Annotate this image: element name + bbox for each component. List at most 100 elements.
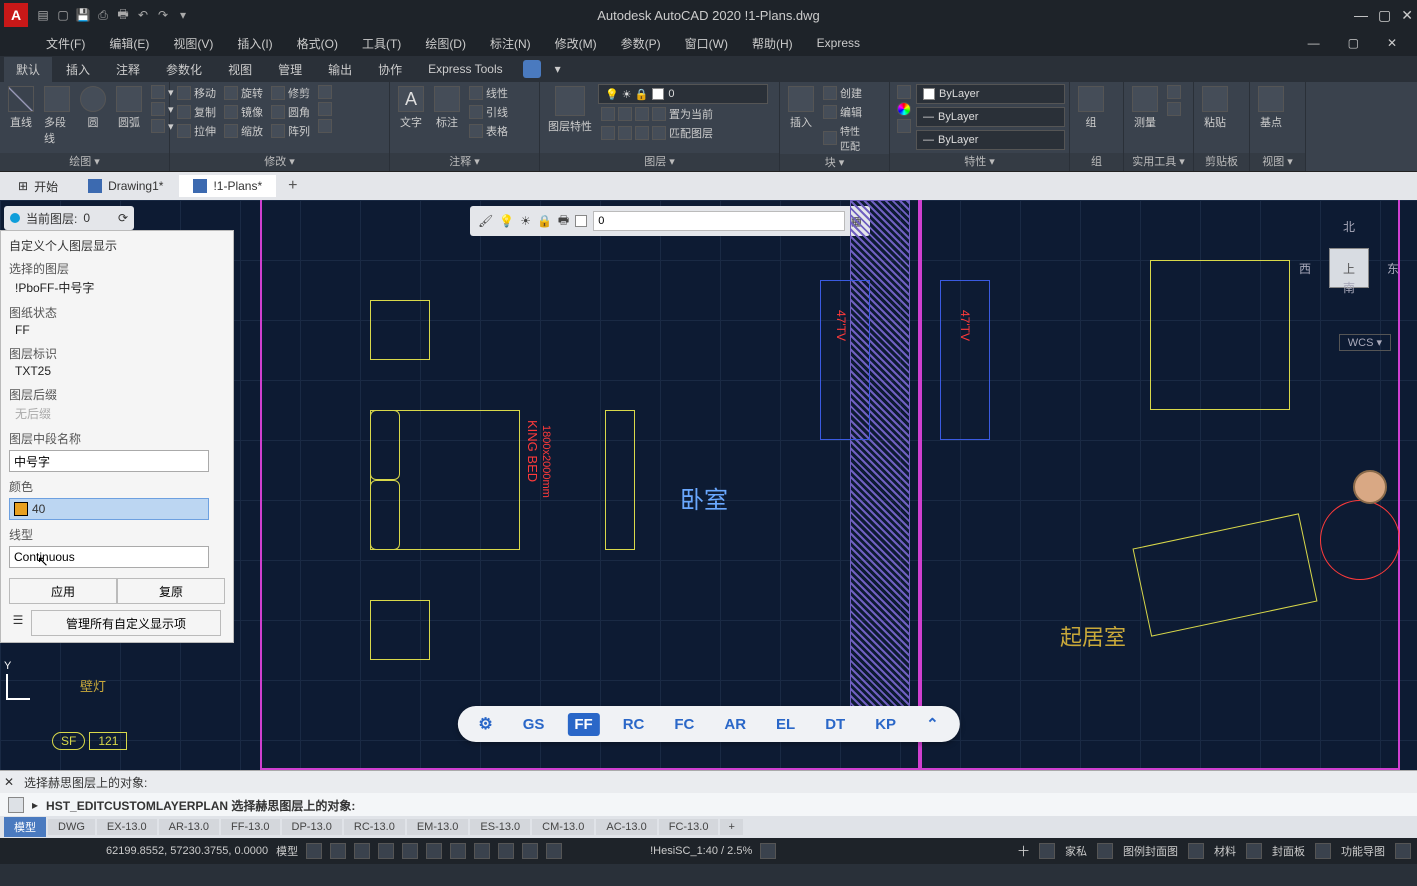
qat-plot-icon[interactable]: 🖶	[114, 6, 132, 24]
menu-file[interactable]: 文件(F)	[36, 33, 95, 54]
modify-copy[interactable]: 复制	[174, 103, 219, 121]
tab-express[interactable]: Express Tools	[416, 58, 514, 80]
qat-undo-icon[interactable]: ↶	[134, 6, 152, 24]
block-create[interactable]: 创建	[820, 84, 865, 102]
tab-output[interactable]: 输出	[316, 57, 364, 82]
status-func[interactable]: 功能导图	[1341, 843, 1385, 859]
menu-help[interactable]: 帮助(H)	[742, 33, 803, 54]
apply-button[interactable]: 应用	[9, 578, 117, 604]
pill-kp[interactable]: KP	[868, 713, 903, 736]
app-logo[interactable]: A	[4, 3, 28, 27]
layer-properties[interactable]: 图层特性	[544, 84, 596, 136]
user-avatar[interactable]	[1353, 470, 1387, 504]
layout-ar[interactable]: AR-13.0	[159, 819, 219, 835]
props-color[interactable]: ByLayer	[916, 84, 1065, 104]
base-btn[interactable]: 基点	[1254, 84, 1288, 132]
annot-leader[interactable]: 引线	[466, 103, 511, 121]
panel-annot-label[interactable]: 注释 ▾	[390, 153, 539, 171]
input-color[interactable]: 40	[9, 498, 209, 520]
draw-polyline-button[interactable]: 多段线	[40, 84, 74, 148]
modify-rotate[interactable]: 旋转	[221, 84, 266, 102]
tab-parametric[interactable]: 参数化	[154, 57, 214, 82]
annot-dim[interactable]: 标注	[430, 84, 464, 132]
pill-ar[interactable]: AR	[717, 713, 753, 736]
tab-home[interactable]: 默认	[4, 57, 52, 82]
status-furn[interactable]: 家私	[1065, 843, 1087, 859]
qat-new-icon[interactable]: ▤	[34, 6, 52, 24]
pill-ff[interactable]: FF	[567, 713, 599, 736]
tab-start[interactable]: ⊞开始	[4, 174, 72, 199]
qat-redo-icon[interactable]: ↷	[154, 6, 172, 24]
draw-line-button[interactable]: 直线	[4, 84, 38, 132]
menu-view[interactable]: 视图(V)	[163, 33, 223, 54]
status-sc-icon[interactable]	[522, 843, 538, 859]
panel-draw-label[interactable]: 绘图 ▾	[0, 153, 169, 171]
status-grid-icon[interactable]	[306, 843, 322, 859]
layout-cm[interactable]: CM-13.0	[532, 819, 594, 835]
manage-button[interactable]: 管理所有自定义显示项	[31, 610, 221, 636]
tab-featured-apps-icon[interactable]	[523, 60, 541, 78]
pill-dt[interactable]: DT	[818, 713, 852, 736]
menu-insert[interactable]: 插入(I)	[227, 33, 282, 54]
tab-drawing1[interactable]: Drawing1*	[74, 175, 177, 197]
block-matchprops[interactable]: 特性匹配	[820, 122, 865, 154]
status-r3-icon[interactable]	[1188, 843, 1204, 859]
pill-el[interactable]: EL	[769, 713, 802, 736]
panel-view-label[interactable]: 视图 ▾	[1250, 153, 1305, 171]
mdi-restore[interactable]: ▢	[1338, 34, 1369, 52]
layout-fc[interactable]: FC-13.0	[659, 819, 719, 835]
drawing-area[interactable]: 当前图层: 0 ⟳ 🖌 💡 ☀ 🔒 🖶 ▦ 自定义个人图层显示 选择的图层 !P…	[0, 200, 1417, 770]
block-insert[interactable]: 插入	[784, 84, 818, 132]
layout-es[interactable]: ES-13.0	[470, 819, 530, 835]
status-polar-icon[interactable]	[378, 843, 394, 859]
annot-table[interactable]: 表格	[466, 122, 511, 140]
props-lweight[interactable]: — ByLayer	[916, 107, 1065, 127]
menu-modify[interactable]: 修改(M)	[545, 33, 607, 54]
layout-dwg[interactable]: DWG	[48, 819, 95, 835]
panel-layers-label[interactable]: 图层 ▾	[540, 153, 779, 171]
modify-extra3[interactable]	[315, 118, 335, 134]
status-ws-icon[interactable]	[546, 843, 562, 859]
pill-rc[interactable]: RC	[616, 713, 652, 736]
props-list-icon[interactable]	[894, 118, 914, 134]
modify-extra1[interactable]	[315, 84, 335, 100]
modify-mirror[interactable]: 镜像	[221, 103, 266, 121]
qat-saveas-icon[interactable]: ⎙	[94, 6, 112, 24]
viewcube[interactable]: 北 南 东 西 上	[1299, 218, 1399, 318]
modify-fillet[interactable]: 圆角	[268, 103, 313, 121]
props-match[interactable]	[894, 84, 914, 100]
input-midname[interactable]	[9, 450, 209, 472]
status-r4-icon[interactable]	[1246, 843, 1262, 859]
pill-fc[interactable]: FC	[667, 713, 701, 736]
annot-linear[interactable]: 线性	[466, 84, 511, 102]
panel-block-label[interactable]: 块 ▾	[780, 154, 889, 171]
layer-match[interactable]: 匹配图层	[598, 124, 775, 142]
status-cover[interactable]: 封面板	[1272, 843, 1305, 859]
layout-ac[interactable]: AC-13.0	[596, 819, 656, 835]
qat-save-icon[interactable]: 💾	[74, 6, 92, 24]
wcs-label[interactable]: WCS ▾	[1339, 334, 1391, 351]
menu-express[interactable]: Express	[807, 34, 870, 52]
layout-em[interactable]: EM-13.0	[407, 819, 469, 835]
maximize-button[interactable]: ▢	[1378, 7, 1391, 24]
tab-collab[interactable]: 协作	[366, 57, 414, 82]
manage-menu-icon[interactable]: ☰	[9, 613, 27, 627]
menu-tools[interactable]: 工具(T)	[352, 33, 411, 54]
tab-dropdown-icon[interactable]: ▾	[543, 58, 573, 80]
modify-move[interactable]: 移动	[174, 84, 219, 102]
modify-extra2[interactable]	[315, 101, 335, 117]
annot-text[interactable]: A文字	[394, 84, 428, 132]
props-color-icon[interactable]	[894, 101, 914, 117]
draw-circle-button[interactable]: 圆	[76, 84, 110, 132]
status-scale[interactable]: !HesiSC_1:40 / 2.5%	[650, 845, 752, 857]
tab-view[interactable]: 视图	[216, 57, 264, 82]
status-legend[interactable]: 图例封面图	[1123, 843, 1178, 859]
status-ortho-icon[interactable]	[354, 843, 370, 859]
layout-ex[interactable]: EX-13.0	[97, 819, 157, 835]
group-btn[interactable]: 组	[1074, 84, 1108, 132]
status-annot-icon[interactable]	[760, 843, 776, 859]
tab-annotate[interactable]: 注释	[104, 57, 152, 82]
status-r5-icon[interactable]	[1315, 843, 1331, 859]
qat-more-icon[interactable]: ▾	[174, 6, 192, 24]
layer-combo[interactable]: 💡 ☀ 🔒 0	[598, 84, 768, 104]
